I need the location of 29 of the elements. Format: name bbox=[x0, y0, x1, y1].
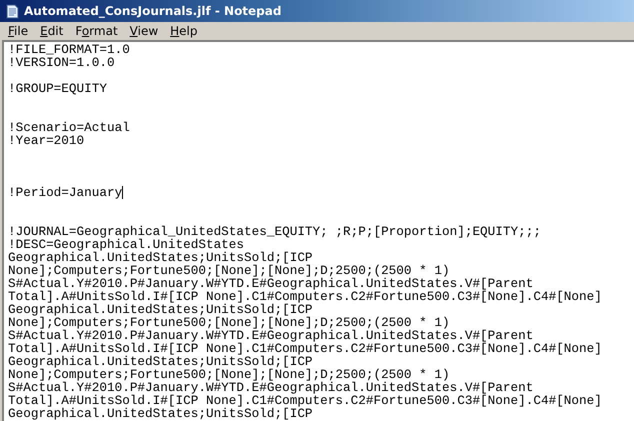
window-title: Automated_ConsJournals.jlf - Notepad bbox=[24, 4, 282, 18]
text-line: Geographical.UnitedStates;UnitsSold;[ICP bbox=[8, 355, 313, 368]
text-line: S#Actual.Y#2010.P#January.W#YTD.E#Geographical.UnitedStates.V#[Parent bbox=[8, 277, 534, 290]
text-line: None];Computers;Fortune500;[None];[None];D;2500;(2500 * 1) bbox=[8, 368, 450, 381]
text-line: !JOURNAL=Geographical_UnitedStates_EQUITY; ;R;P;[Proportion];EQUITY;;; bbox=[8, 225, 541, 238]
menu-item[interactable]: Edit bbox=[34, 23, 70, 39]
text-line: S#Actual.Y#2010.P#January.W#YTD.E#Geographical.UnitedStates.V#[Parent bbox=[8, 329, 534, 342]
menu-item[interactable]: View bbox=[124, 23, 164, 39]
text-line: !Period=January bbox=[8, 186, 124, 199]
text-line: Total].A#UnitsSold.I#[ICP None].C1#Computers.C2#Fortune500.C3#[None].C4#[None] bbox=[8, 394, 602, 407]
text-line: !Scenario=Actual bbox=[8, 121, 130, 134]
text-line: None];Computers;Fortune500;[None];[None];D;2500;(2500 * 1) bbox=[8, 264, 450, 277]
text-line: !Year=2010 bbox=[8, 134, 84, 147]
text-area[interactable] bbox=[2, 40, 634, 421]
text-line: None];Computers;Fortune500;[None];[None];D;2500;(2500 * 1) bbox=[8, 316, 450, 329]
text-line: Total].A#UnitsSold.I#[ICP None].C1#Computers.C2#Fortune500.C3#[None].C4#[None] bbox=[8, 290, 602, 303]
text-line: Geographical.UnitedStates;UnitsSold;[ICP bbox=[8, 303, 313, 316]
text-line: !FILE_FORMAT=1.0 bbox=[8, 43, 130, 56]
text-line: !DESC=Geographical.UnitedStates bbox=[8, 238, 244, 251]
text-line: Geographical.UnitedStates;UnitsSold;[ICP bbox=[8, 407, 313, 420]
text-line: S#Actual.Y#2010.P#January.W#YTD.E#Geographical.UnitedStates.V#[Parent bbox=[8, 381, 534, 394]
text-line: !GROUP=EQUITY bbox=[8, 82, 107, 95]
text-line: Total].A#UnitsSold.I#[ICP None].C1#Computers.C2#Fortune500.C3#[None].C4#[None] bbox=[8, 342, 602, 355]
notepad-icon bbox=[4, 3, 20, 19]
menu-item[interactable]: Help bbox=[164, 23, 204, 39]
menu-item[interactable]: Format bbox=[69, 23, 124, 39]
menu-item[interactable]: File bbox=[2, 23, 34, 39]
text-line: !VERSION=1.0.0 bbox=[8, 56, 115, 69]
text-line: Geographical.UnitedStates;UnitsSold;[ICP bbox=[8, 251, 313, 264]
